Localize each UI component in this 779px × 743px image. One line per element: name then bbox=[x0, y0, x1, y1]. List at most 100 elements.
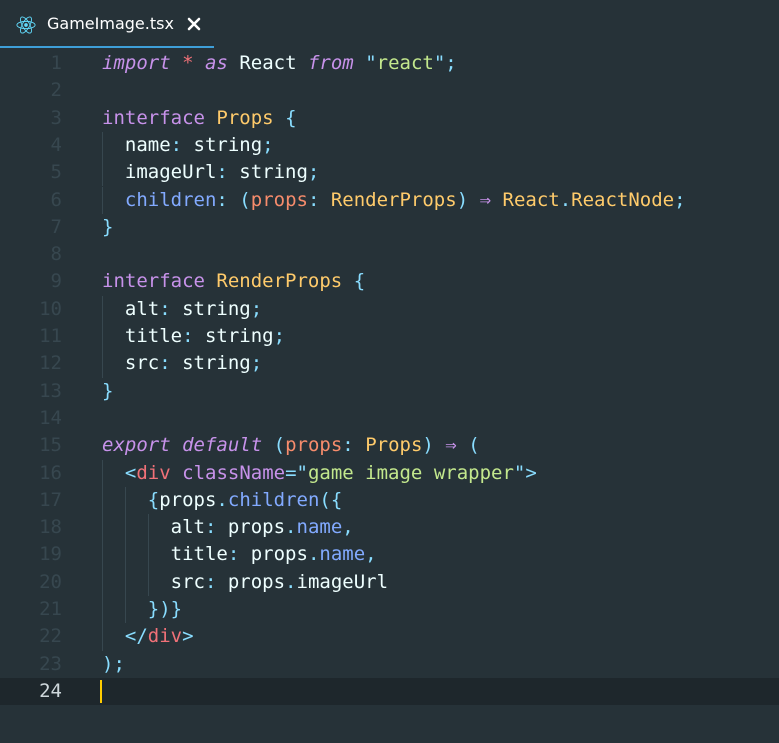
code-token: > bbox=[182, 625, 194, 648]
code-line[interactable]: 16 <div className="game image wrapper"> bbox=[0, 459, 779, 487]
code-line[interactable]: 20 src: props.imageUrl bbox=[0, 568, 779, 596]
code-token: name bbox=[296, 516, 343, 539]
code-line[interactable]: 13} bbox=[0, 378, 779, 405]
code-token: ; bbox=[445, 52, 457, 74]
code-token: string bbox=[193, 325, 274, 347]
code-token: : bbox=[227, 543, 240, 566]
code-token: . bbox=[559, 188, 572, 211]
tab-gameimage[interactable]: GameImage.tsx bbox=[0, 0, 214, 48]
tab-bar: GameImage.tsx bbox=[0, 0, 779, 48]
code-line[interactable]: 23); bbox=[0, 651, 779, 678]
code-line[interactable]: 24 bbox=[0, 677, 779, 706]
code-line[interactable]: 3 interface Props { bbox=[0, 105, 779, 132]
code-token: ReactNode bbox=[571, 188, 675, 211]
code-text: title: string; bbox=[102, 323, 285, 350]
code-line[interactable]: 14 bbox=[0, 405, 779, 432]
code-line[interactable]: 4 name: string; bbox=[0, 131, 779, 160]
code-text: } bbox=[102, 214, 113, 241]
code-area[interactable]: 1 import * as React from "react"; 2 3 interf… bbox=[0, 50, 779, 743]
code-token: default bbox=[182, 434, 263, 457]
code-token: } bbox=[102, 215, 114, 238]
code-line[interactable]: 11 title: string; bbox=[0, 323, 779, 351]
code-text: <div className="game image wrapper"> bbox=[102, 460, 537, 487]
code-text: })} bbox=[102, 596, 182, 623]
code-line[interactable]: 17 {props.children({ bbox=[0, 486, 779, 515]
code-token: ( bbox=[273, 434, 286, 457]
code-token: , bbox=[365, 543, 377, 566]
code-line[interactable]: 15 export default (props: Props) ⇒ ( bbox=[0, 432, 779, 459]
code-token: imageUrl bbox=[296, 570, 389, 593]
code-token: Props bbox=[365, 434, 423, 457]
code-line[interactable]: 6 children: (props: RenderProps) ⇒ React… bbox=[0, 186, 779, 214]
code-text: } bbox=[102, 378, 113, 405]
code-token: ⇒ bbox=[479, 188, 492, 211]
line-number: 24 bbox=[39, 679, 62, 702]
code-token: props bbox=[216, 516, 286, 539]
line-number: 23 bbox=[39, 652, 62, 675]
code-token: from bbox=[307, 52, 354, 74]
line-number: 4 bbox=[50, 133, 62, 156]
code-token: src bbox=[102, 352, 160, 375]
code-token: " bbox=[433, 52, 446, 74]
code-token: ) bbox=[102, 652, 114, 675]
code-line[interactable]: 18 alt: props.name, bbox=[0, 514, 779, 542]
code-token: children bbox=[227, 488, 320, 511]
code-editor[interactable]: GameImage.tsx 1 import * as React from "r… bbox=[0, 0, 779, 743]
code-text: imageUrl: string; bbox=[102, 159, 320, 186]
code-line[interactable]: 10 alt: string; bbox=[0, 295, 779, 323]
code-line[interactable]: 19 title: props.name, bbox=[0, 541, 779, 569]
code-line[interactable]: 21 })} bbox=[0, 596, 779, 624]
code-token: ; bbox=[262, 133, 274, 156]
code-line[interactable]: 2 bbox=[0, 77, 779, 104]
code-line[interactable]: 1 import * as React from "react"; bbox=[0, 50, 779, 77]
code-token: ⇒ bbox=[445, 434, 457, 457]
code-token: ; bbox=[113, 652, 125, 675]
code-token: : bbox=[204, 570, 217, 593]
code-line[interactable]: 12 src: string; bbox=[0, 350, 779, 378]
line-number: 16 bbox=[39, 461, 62, 484]
code-token: = bbox=[285, 461, 297, 484]
code-token: div bbox=[147, 625, 183, 648]
code-token: game image wrapper bbox=[307, 461, 514, 484]
code-line[interactable]: 22 </div> bbox=[0, 623, 779, 651]
code-token: Props bbox=[216, 106, 274, 129]
code-token: . bbox=[307, 543, 320, 566]
code-line[interactable]: 5 imageUrl: string; bbox=[0, 159, 779, 187]
code-token: RenderProps bbox=[216, 270, 343, 293]
code-token: : bbox=[204, 516, 217, 539]
line-number: 6 bbox=[50, 188, 62, 211]
code-line[interactable]: 8 bbox=[0, 241, 779, 268]
code-token: : bbox=[159, 352, 171, 375]
react-icon bbox=[16, 15, 36, 35]
code-line[interactable]: 9 interface RenderProps { bbox=[0, 268, 779, 295]
line-number: 17 bbox=[39, 488, 62, 511]
code-token: : bbox=[182, 325, 194, 347]
code-text: name: string; bbox=[102, 132, 274, 159]
code-token: title bbox=[102, 543, 228, 566]
code-token: string bbox=[182, 133, 263, 156]
close-icon[interactable] bbox=[184, 14, 204, 34]
code-token: { bbox=[353, 270, 366, 293]
code-token: ; bbox=[674, 188, 686, 211]
code-token: ; bbox=[273, 325, 286, 347]
code-token: props bbox=[216, 570, 286, 593]
code-token: : bbox=[170, 133, 183, 156]
code-token: ( bbox=[239, 188, 251, 211]
code-token: interface bbox=[102, 270, 205, 293]
code-token: { bbox=[285, 106, 297, 129]
code-token: props bbox=[250, 188, 308, 211]
line-number: 8 bbox=[50, 243, 62, 266]
code-token: title bbox=[102, 325, 183, 347]
code-line[interactable]: 7} bbox=[0, 214, 779, 241]
code-text: </div> bbox=[102, 623, 194, 650]
code-token: string bbox=[170, 352, 251, 375]
